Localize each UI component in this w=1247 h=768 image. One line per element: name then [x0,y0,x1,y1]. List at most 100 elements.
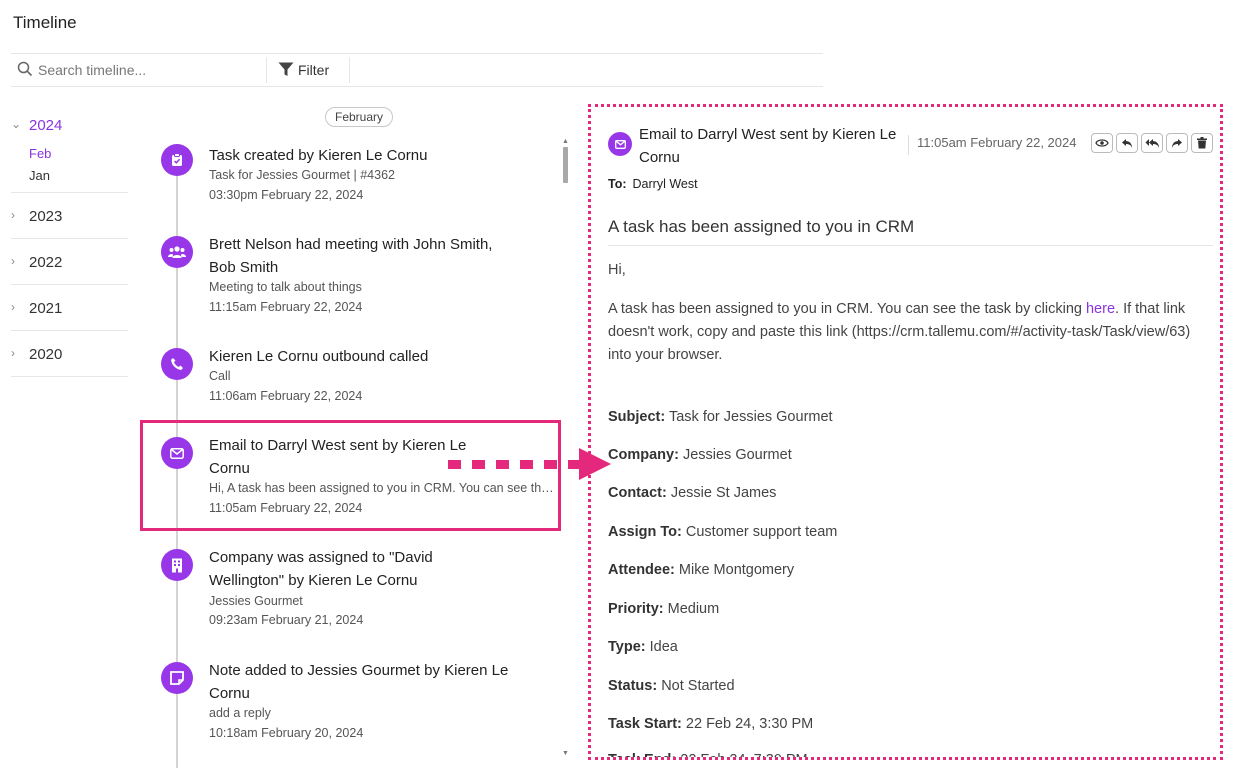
item-title: Company was assigned to "David Wellingto… [209,549,433,589]
search-input[interactable] [38,59,258,81]
item-description: Meeting to talk about things [209,280,362,294]
field-assign-to: Assign To: Customer support team [608,524,837,540]
field-label: Priority: [608,601,664,617]
month-item-jan[interactable]: Jan [11,166,128,188]
toolbar-divider [266,57,267,83]
year-item[interactable]: › 2023 [11,193,128,239]
item-timestamp: 03:30pm February 22, 2024 [209,188,364,202]
task-link[interactable]: here [1086,301,1115,317]
to-label: To: [608,177,627,191]
delete-icon [1197,137,1207,149]
item-title: Brett Nelson had meeting with John Smith… [209,236,493,276]
field-label: Attendee: [608,562,675,578]
meeting-icon [161,236,193,268]
item-timestamp: 11:05am February 22, 2024 [209,501,363,515]
email-icon [161,437,193,469]
item-description: Hi, A task has been assigned to you in C… [209,481,554,495]
email-icon [608,132,632,156]
field-label: Contact: [608,485,667,501]
item-title: Email to Darryl West sent by Kieren Le C… [209,437,467,477]
toolbar-divider [349,57,350,83]
forward-icon [1172,138,1182,148]
field-value: Idea [649,639,678,655]
chevron-right-icon: › [11,254,15,268]
field-subject: Subject: Task for Jessies Gourmet [608,409,833,425]
phone-icon [161,348,193,380]
view-icon [1095,139,1109,147]
timeline-toolbar: Filter [11,53,823,87]
field-value: Jessies Gourmet [682,447,792,463]
reply-button[interactable] [1116,133,1138,153]
year-group-2024: ⌄ 2024 Feb Jan [11,108,128,193]
field-value: 22 Feb 24, 3:30 PM [685,716,814,732]
item-description: Call [209,369,231,383]
timeline-scrollbar[interactable]: ▲ ▼ [561,138,570,763]
task-icon [161,144,193,176]
year-item[interactable]: › 2020 [11,331,128,377]
item-title: Note added to Jessies Gourmet by Kieren … [209,662,509,702]
field-contact: Contact: Jessie St James [608,485,776,501]
page-title: Timeline [13,13,77,32]
company-icon [161,549,193,581]
item-timestamp: 11:06am February 22, 2024 [209,389,363,403]
item-description: add a reply [209,706,271,720]
year-label: 2022 [29,254,63,271]
reply-all-button[interactable] [1141,133,1163,153]
month-item-feb[interactable]: Feb [11,144,128,166]
year-group-2020: › 2020 [11,331,128,377]
chevron-right-icon: › [11,346,15,360]
scroll-down-arrow-icon[interactable]: ▼ [562,750,569,757]
forward-button[interactable] [1166,133,1188,153]
field-value: Jessie St James [670,485,777,501]
item-timestamp: 11:15am February 22, 2024 [209,300,363,314]
view-button[interactable] [1091,133,1113,153]
year-group-2022: › 2022 [11,239,128,285]
field-label: Task End: [608,752,677,760]
item-title: Task created by Kieren Le Cornu [209,147,428,164]
item-description: Jessies Gourmet [209,594,303,608]
body-text: A task has been assigned to you in CRM. … [608,301,1086,317]
email-detail-panel: Email to Darryl West sent by Kieren Le C… [588,104,1223,760]
search-box[interactable] [11,54,266,86]
item-timestamp: 10:18am February 20, 2024 [209,726,364,740]
year-item[interactable]: › 2021 [11,285,128,331]
year-group-2023: › 2023 [11,193,128,239]
item-description: Task for Jessies Gourmet | #4362 [209,168,395,182]
field-value: 22 Feb 24, 7:30 PM [680,752,808,760]
field-priority: Priority: Medium [608,601,719,617]
reply-icon [1122,138,1132,148]
year-item[interactable]: › 2022 [11,239,128,285]
field-type: Type: Idea [608,639,678,655]
year-group-2021: › 2021 [11,285,128,331]
note-icon [161,662,193,694]
month-label: Jan [29,168,50,183]
email-actions [1091,133,1213,153]
scrollbar-thumb[interactable] [563,147,568,183]
to-value: Darryl West [632,177,698,191]
field-value: Not Started [661,678,735,694]
field-value: Task for Jessies Gourmet [668,409,833,425]
field-value: Customer support team [685,524,838,540]
year-label: 2021 [29,300,63,317]
field-task-end: Task End: 22 Feb 24, 7:30 PM [608,752,808,760]
filter-button[interactable]: Filter [276,54,350,86]
header-divider [908,135,909,155]
year-label: 2024 [29,117,63,134]
reply-all-icon [1145,138,1159,148]
email-timestamp: 11:05am February 22, 2024 [917,135,1077,150]
field-attendee: Attendee: Mike Montgomery [608,562,794,578]
email-greeting: Hi, [608,262,626,278]
scroll-up-arrow-icon[interactable]: ▲ [562,138,569,145]
year-label: 2020 [29,346,63,363]
delete-button[interactable] [1191,133,1213,153]
email-heading: A task has been assigned to you in CRM [608,217,1213,246]
field-status: Status: Not Started [608,678,735,694]
field-label: Type: [608,639,646,655]
email-subject: Email to Darryl West sent by Kieren Le C… [639,126,897,166]
year-navigation: ⌄ 2024 Feb Jan › 2023 › 2022 › 2021 › 20… [11,108,128,377]
field-value: Mike Montgomery [678,562,795,578]
item-title: Kieren Le Cornu outbound called [209,348,429,365]
field-label: Status: [608,678,658,694]
year-item[interactable]: ⌄ 2024 [11,108,128,144]
email-recipient: To: Darryl West [608,177,698,191]
